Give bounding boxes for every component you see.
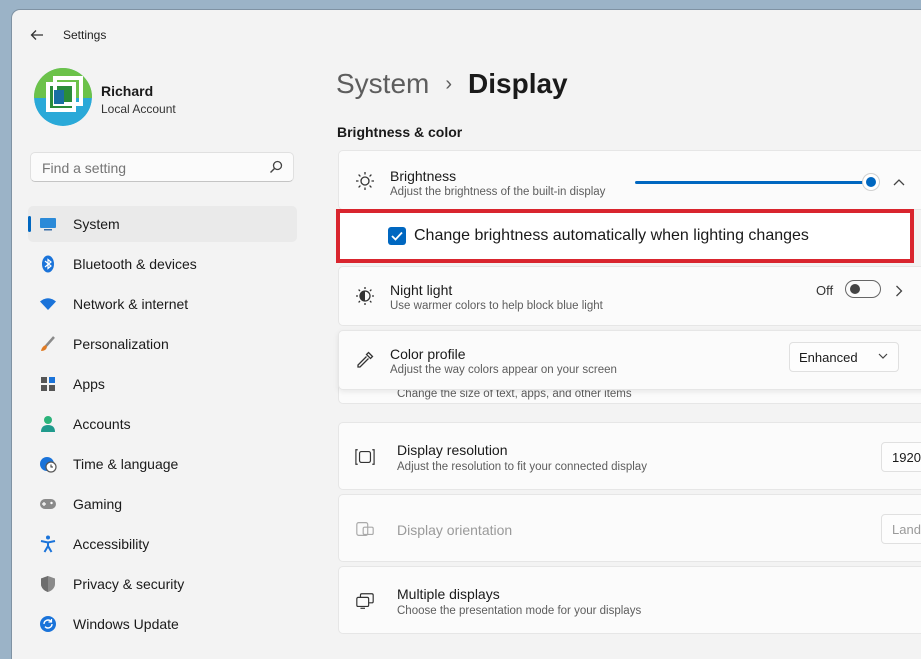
resolution-subtitle: Adjust the resolution to fit your connec… xyxy=(397,461,647,473)
color-profile-subtitle: Adjust the way colors appear on your scr… xyxy=(390,364,617,376)
multiple-displays-icon xyxy=(355,591,375,611)
multiple-displays-title: Multiple displays xyxy=(397,586,500,602)
orientation-title: Display orientation xyxy=(397,522,513,538)
avatar[interactable] xyxy=(34,68,92,126)
brightness-subtitle: Adjust the brightness of the built-in di… xyxy=(390,186,606,198)
breadcrumb-parent[interactable]: System xyxy=(336,68,429,100)
search-icon[interactable] xyxy=(269,160,283,174)
sidebar-item-system[interactable]: System xyxy=(28,206,297,242)
chevron-right-icon[interactable] xyxy=(892,284,906,298)
brightness-slider-track[interactable] xyxy=(635,181,873,184)
resolution-card: Display resolution Adjust the resolution… xyxy=(338,422,921,490)
brightness-card: Brightness Adjust the brightness of the … xyxy=(338,150,921,210)
sidebar-nav: System Bluetooth & devices Network & int… xyxy=(28,206,297,646)
night-light-toggle[interactable] xyxy=(845,280,881,298)
section-title: Brightness & color xyxy=(337,124,463,140)
resolution-title: Display resolution xyxy=(397,442,508,458)
sidebar-item-windows-update[interactable]: Windows Update xyxy=(28,606,297,642)
sidebar-item-label: Gaming xyxy=(73,496,123,512)
wifi-icon xyxy=(39,295,57,313)
clock-globe-icon xyxy=(39,455,57,473)
person-icon xyxy=(39,415,57,433)
breadcrumb: System › Display xyxy=(336,68,568,100)
sidebar-item-time-language[interactable]: Time & language xyxy=(28,446,297,482)
update-icon xyxy=(39,615,57,633)
sidebar-item-accounts[interactable]: Accounts xyxy=(28,406,297,442)
system-icon xyxy=(39,215,57,233)
bluetooth-icon xyxy=(39,255,57,273)
back-button[interactable] xyxy=(26,24,48,46)
search-box[interactable] xyxy=(30,152,294,182)
chevron-down-icon xyxy=(878,353,888,359)
auto-brightness-highlight: Change brightness automatically when lig… xyxy=(336,209,914,263)
orientation-dropdown: Land xyxy=(881,514,921,544)
breadcrumb-chevron-icon: › xyxy=(445,72,453,95)
orientation-card: Display orientation Land xyxy=(338,494,921,562)
sidebar-item-label: Privacy & security xyxy=(73,576,185,592)
checkmark-icon xyxy=(391,231,403,241)
multiple-displays-subtitle: Choose the presentation mode for your di… xyxy=(397,605,642,617)
dropdown-value: Enhanced xyxy=(799,350,858,365)
multiple-displays-card[interactable]: Multiple displays Choose the presentatio… xyxy=(338,566,921,634)
sun-icon xyxy=(355,171,375,191)
dropdown-value: 1920 xyxy=(892,450,921,465)
resolution-dropdown[interactable]: 1920 xyxy=(881,442,921,472)
sidebar-item-label: Accounts xyxy=(73,416,131,432)
sidebar-item-bluetooth[interactable]: Bluetooth & devices xyxy=(28,246,297,282)
sidebar-item-label: Network & internet xyxy=(73,296,189,312)
night-light-icon xyxy=(355,286,375,306)
window-title: Settings xyxy=(63,28,107,42)
sidebar-item-personalization[interactable]: Personalization xyxy=(28,326,297,362)
brightness-slider-thumb[interactable] xyxy=(866,177,876,187)
sidebar-item-label: System xyxy=(73,216,120,232)
resolution-icon xyxy=(355,447,375,467)
color-profile-title: Color profile xyxy=(390,346,466,362)
sidebar-item-label: Personalization xyxy=(73,336,169,352)
sidebar-item-privacy[interactable]: Privacy & security xyxy=(28,566,297,602)
sidebar-item-label: Time & language xyxy=(73,456,179,472)
eyedropper-icon xyxy=(355,350,375,370)
night-light-state: Off xyxy=(816,283,834,298)
night-light-subtitle: Use warmer colors to help block blue lig… xyxy=(390,300,603,312)
toggle-knob xyxy=(850,284,860,294)
search-input[interactable] xyxy=(40,159,264,177)
user-name: Richard xyxy=(101,83,154,99)
auto-brightness-label[interactable]: Change brightness automatically when lig… xyxy=(414,227,809,245)
page-title: Display xyxy=(468,68,568,99)
brush-icon xyxy=(39,335,57,353)
sidebar-item-network[interactable]: Network & internet xyxy=(28,286,297,322)
chevron-up-icon[interactable] xyxy=(892,175,906,189)
apps-icon xyxy=(39,375,57,393)
sidebar-item-apps[interactable]: Apps xyxy=(28,366,297,402)
sidebar-item-label: Bluetooth & devices xyxy=(73,256,197,272)
dropdown-value: Land xyxy=(892,522,921,537)
sidebar-item-label: Accessibility xyxy=(73,536,150,552)
settings-window: Settings Richard Local Account System Bl… xyxy=(12,10,921,659)
night-light-card[interactable]: Night light Use warmer colors to help bl… xyxy=(338,266,921,326)
sidebar-item-gaming[interactable]: Gaming xyxy=(28,486,297,522)
account-type: Local Account xyxy=(101,102,176,116)
gamepad-icon xyxy=(39,495,57,513)
shield-icon xyxy=(39,575,57,593)
sidebar-item-label: Apps xyxy=(73,376,105,392)
title-bar: Settings xyxy=(12,10,921,58)
accessibility-icon xyxy=(39,535,57,553)
color-profile-dropdown[interactable]: Enhanced xyxy=(789,342,899,372)
sidebar-item-accessibility[interactable]: Accessibility xyxy=(28,526,297,562)
back-arrow-icon xyxy=(30,30,43,40)
auto-brightness-checkbox[interactable] xyxy=(388,227,406,245)
color-profile-card: Color profile Adjust the way colors appe… xyxy=(338,330,921,390)
orientation-icon xyxy=(355,519,375,539)
sidebar-item-label: Windows Update xyxy=(73,616,179,632)
brightness-title: Brightness xyxy=(390,168,457,184)
night-light-title: Night light xyxy=(390,282,453,298)
